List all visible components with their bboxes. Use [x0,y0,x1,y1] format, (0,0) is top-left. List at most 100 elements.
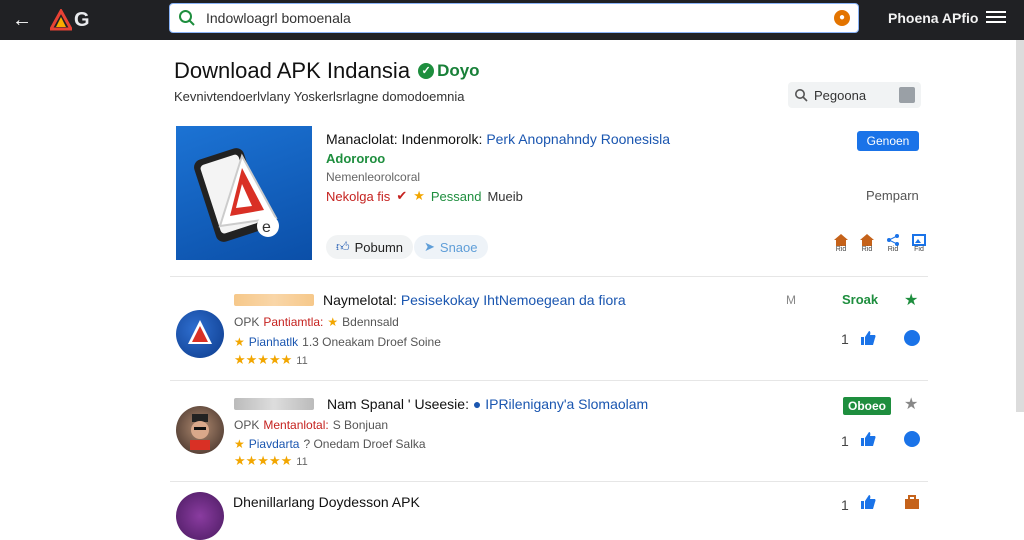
featured-rating-status: Pessand [430,188,482,204]
checkmark-icon: ✔ [396,188,408,203]
like-button[interactable]: 👍︎ Pobumn [326,235,414,259]
stars-icon: ★★★★★ [234,453,293,468]
page-title: Download APK Indansia ✓ Doyo [174,58,480,84]
app-icon[interactable] [176,406,224,454]
page-subtitle: Kevnivtendoerlvlany Yoskerlsrlagne domod… [174,89,465,104]
search-bar[interactable]: ● [169,3,859,33]
top-bar: ← G ● Phoena APfio [0,0,1024,40]
svg-text:e: e [262,219,271,236]
thumbs-up-icon[interactable] [860,431,876,447]
search-input[interactable] [206,10,834,26]
verified-icon: ● [472,396,482,412]
rating-count: 11 [296,456,308,468]
thumbs-up-icon[interactable] [860,330,876,346]
share-button-label: Snaoe [439,239,478,255]
divider [170,380,928,381]
rating-stars: ★★★★★ 11 [234,352,308,368]
thumbs-up-icon[interactable] [860,494,876,510]
divider [170,276,928,277]
verified-badge-label: Doyo [437,61,480,80]
list-item-title-main: Naymelotal: [323,292,397,308]
meta-value: S Bonjuan [332,418,389,432]
list-item-title-link[interactable]: Pesisekokay IhtNemoegean da fiora [401,292,626,308]
back-arrow-icon[interactable]: ← [10,8,34,32]
mini-action-home-2[interactable]: Rid [859,234,875,253]
meta-value: Bdennsald [342,315,399,329]
star-icon[interactable]: ★ [904,290,918,310]
logo-letter: G [74,8,90,31]
page-title-text: Download APK Indansia [174,58,411,83]
meta-developer[interactable]: Pianhatlk [249,335,298,349]
like-button-label: Pobumn [354,239,404,255]
calendar-icon[interactable] [899,87,915,103]
featured-title[interactable]: Manaclolat: Indenmorolk: Perk Anopnahndy… [326,131,670,147]
featured-rating-extra: Mueib [487,188,523,204]
thumbs-up-icon: 👍︎ [336,239,350,254]
like-count: 1 [841,331,849,347]
divider [170,481,928,482]
meta-prefix: OPK [234,315,260,329]
featured-action-icons: Rid Rid Rid Fid [833,234,927,253]
search-icon [179,10,195,26]
info-icon[interactable] [904,431,920,447]
app-icon[interactable] [176,492,224,540]
star-icon: ★ [413,188,425,203]
list-item-title[interactable]: Nam Spanal ' Useesie: ● IPRilenigany'a S… [327,396,648,412]
featured-meta: Nemenleorolcoral [326,170,421,184]
phone-logo-icon: e [194,148,279,242]
blurred-label [234,398,314,410]
list-item-title[interactable]: Dhenillarlang Doydesson APK [233,494,420,510]
share-icon [887,234,899,246]
check-icon: ✓ [418,63,435,79]
mini-action-label: Fid [914,246,924,253]
filter-label: Pegoona [814,87,867,103]
info-icon[interactable] [904,330,920,346]
avatar-face-icon [190,414,210,450]
brand-name: Phoena APfio [888,10,979,26]
list-item-meta: OPK Mentanlotal: S Bonjuan [234,418,388,432]
like-count: 1 [841,433,849,449]
featured-title-link[interactable]: Perk Anopnahndy Roonesisla [486,131,670,147]
open-button[interactable]: Genoen [857,131,919,151]
share-button[interactable]: ➤ Snaoe [414,235,488,259]
featured-app-image[interactable]: e [176,126,312,260]
list-item-meta-2: ★ Pianhatlk 1.3 Oneakam Droef Soine [234,335,441,349]
filter-search-box[interactable]: Pegoona [788,82,921,108]
version-label: M [786,293,796,307]
list-item-meta-2: ★ Piavdarta ? Onedam Droef Salka [234,437,426,451]
mini-action-label: Rid [835,246,847,253]
briefcase-icon[interactable] [904,494,920,510]
meta-details: ? Onedam Droef Salka [303,437,426,451]
featured-developer[interactable]: Adororoo [326,151,385,166]
featured-rating-row: Nekolga fis ✔ ★ Pessand Mueib [326,188,523,204]
mic-icon[interactable]: ● [834,10,850,26]
blurred-label [234,294,314,306]
home-icon [834,234,848,246]
rating-stars: ★★★★★ 11 [234,453,308,469]
star-icon[interactable]: ★ [904,394,918,414]
meta-developer[interactable]: Piavdarta [249,437,300,451]
mini-action-image[interactable]: Fid [911,234,927,253]
star-icon: ★ [234,335,245,349]
meta-category: Pantiamtla: [263,315,324,329]
image-icon [912,234,926,246]
search-icon [795,89,808,102]
scrollbar[interactable] [1016,40,1024,412]
stars-icon: ★★★★★ [234,352,293,367]
mini-action-home[interactable]: Rid [833,234,849,253]
mini-action-share[interactable]: Rid [885,234,901,253]
list-item-title-link[interactable]: IPRilenigany'a Slomaolam [485,396,648,412]
mini-action-label: Rid [887,246,899,253]
status-tag: Sroak [842,292,879,307]
app-logo-icon [188,320,212,344]
meta-details: 1.3 Oneakam Droef Soine [302,335,441,349]
app-logo[interactable]: G [50,7,90,33]
hamburger-menu-icon[interactable] [986,8,1006,28]
list-item-title[interactable]: Naymelotal: Pesisekokay IhtNemoegean da … [323,292,626,308]
star-icon: ★ [327,315,339,329]
list-item-title-main: Dhenillarlang Doydesson APK [233,494,420,510]
rating-count: 11 [296,355,308,367]
mini-action-label: Rid [861,246,873,253]
meta-prefix: OPK [234,418,260,432]
app-icon[interactable] [176,310,224,358]
